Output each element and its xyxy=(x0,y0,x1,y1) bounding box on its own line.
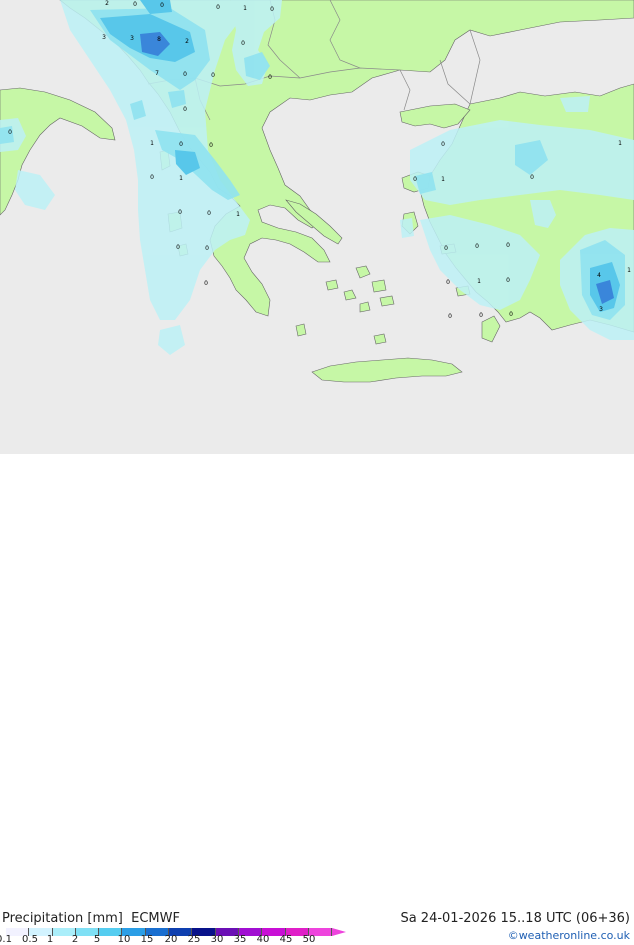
scale-tick-label: 1 xyxy=(46,934,54,945)
point-value-label: 1 xyxy=(627,267,631,274)
point-value-label: 0 xyxy=(475,243,479,250)
point-value-label: 0 xyxy=(506,242,510,249)
point-value-label: 0 xyxy=(444,245,448,252)
point-value-label: 0 xyxy=(448,313,452,320)
land-cyclades-5 xyxy=(359,301,371,313)
point-value-label: 0 xyxy=(183,71,187,78)
point-value-label: 0 xyxy=(204,280,208,287)
precipitation-map: 2 0 0 0 1 0 3 3 8 2 0 7 0 0 0 0 0 1 0 0 0 1 0 1 0 1 0 0 0 1 0 0 0 0 0 4 1 0 0 1… xyxy=(0,0,634,454)
scale-tick-label: 45 xyxy=(279,934,293,945)
scale-tick-label: 15 xyxy=(140,934,154,945)
scale-tick-label: 20 xyxy=(164,934,178,945)
point-value-label: 3 xyxy=(102,34,106,41)
credit-text: ©weatheronline.co.uk xyxy=(507,929,630,942)
map-canvas: 2 0 0 0 1 0 3 3 8 2 0 7 0 0 0 0 0 1 0 0 0 1 0 1 0 1 0 0 0 1 0 0 0 0 0 4 1 0 0 1… xyxy=(0,0,634,454)
point-value-label: 1 xyxy=(150,140,154,147)
point-value-label: 0 xyxy=(270,6,274,13)
map-title: Precipitation [mm] ECMWF xyxy=(2,911,180,926)
point-value-label: 0 xyxy=(178,209,182,216)
point-value-label: 0 xyxy=(413,176,417,183)
point-value-label: 0 xyxy=(209,142,213,149)
point-value-label: 0 xyxy=(446,279,450,286)
point-value-label: 0 xyxy=(207,210,211,217)
point-value-label: 3 xyxy=(130,35,134,42)
legend-bar: Precipitation [mm] ECMWF Sa 24-01-2026 1… xyxy=(0,454,634,945)
point-value-label: 0 xyxy=(216,4,220,11)
point-value-label: 1 xyxy=(236,211,240,218)
point-value-label: 0 xyxy=(211,72,215,79)
land-cyclades-4 xyxy=(379,295,395,307)
scale-tick-label: 50 xyxy=(302,934,316,945)
point-value-label: 0 xyxy=(441,141,445,148)
land-cyclades-6 xyxy=(325,279,339,291)
point-value-label: 0 xyxy=(183,106,187,113)
scale-tick-label: 30 xyxy=(210,934,224,945)
scale-tick-label: 0.5 xyxy=(22,934,38,945)
point-value-label: 2 xyxy=(105,0,109,7)
point-value-label: 8 xyxy=(157,36,161,43)
scale-ticks: 0.10.5125101520253035404550 xyxy=(0,934,340,945)
point-value-label: 0 xyxy=(179,141,183,148)
point-value-label: 0 xyxy=(150,174,154,181)
point-value-label: 0 xyxy=(506,277,510,284)
point-value-label: 0 xyxy=(205,245,209,252)
point-value-label: 0 xyxy=(479,312,483,319)
point-value-label: 0 xyxy=(133,1,137,8)
land-kythera xyxy=(295,323,307,337)
point-value-label: 1 xyxy=(179,175,183,182)
point-value-label: 0 xyxy=(160,2,164,9)
scale-tick-label: 40 xyxy=(256,934,270,945)
point-value-label: 1 xyxy=(441,176,445,183)
point-value-label: 3 xyxy=(599,306,603,313)
scale-tick-label: 0.1 xyxy=(0,934,12,945)
valid-time: Sa 24-01-2026 15..18 UTC (06+36) xyxy=(400,911,630,926)
scale-tick-label: 10 xyxy=(117,934,131,945)
point-value-label: 1 xyxy=(618,140,622,147)
point-value-label: 0 xyxy=(241,40,245,47)
scale-tick-label: 2 xyxy=(71,934,79,945)
point-value-label: 0 xyxy=(176,244,180,251)
scale-tick-label: 5 xyxy=(93,934,101,945)
point-value-label: 1 xyxy=(243,5,247,12)
point-value-label: 7 xyxy=(155,70,159,77)
point-value-label: 0 xyxy=(509,311,513,318)
land-cyclades-7 xyxy=(373,333,387,345)
scale-tick-label: 35 xyxy=(233,934,247,945)
point-value-label: 0 xyxy=(8,129,12,136)
land-cyclades-2 xyxy=(371,279,387,293)
point-value-label: 0 xyxy=(268,74,272,81)
point-value-label: 2 xyxy=(185,38,189,45)
point-value-label: 4 xyxy=(597,272,601,279)
point-value-label: 1 xyxy=(477,278,481,285)
scale-tick-label: 25 xyxy=(187,934,201,945)
point-value-label: 0 xyxy=(530,174,534,181)
